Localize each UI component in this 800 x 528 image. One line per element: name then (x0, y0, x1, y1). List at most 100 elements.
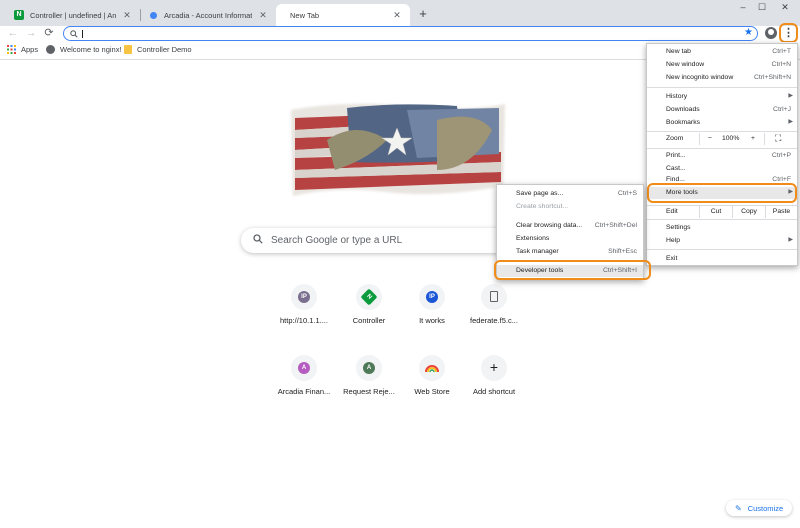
tile-label: http://10.1.1.... (280, 316, 328, 325)
menu-item-label: Help (666, 237, 680, 244)
more-tools-highlight (647, 183, 797, 203)
zoom-out-button[interactable]: − (708, 135, 712, 142)
menu-item-history[interactable]: History ▶ (647, 91, 797, 103)
menu-item-new-incognito-window[interactable]: New incognito window Ctrl+Shift+N (647, 72, 797, 84)
reload-button[interactable]: ⟳ (42, 26, 56, 40)
close-tab-icon[interactable]: ✕ (258, 10, 268, 21)
add-shortcut-tile[interactable]: + Add shortcut (459, 355, 529, 415)
circle-icon (150, 11, 157, 19)
bookmark-star-icon[interactable]: ★ (744, 27, 753, 38)
bookmark-label: Controller Demo (137, 45, 192, 54)
paste-button[interactable]: Paste (765, 206, 797, 218)
document-icon (490, 291, 498, 302)
menu-item-create-shortcut[interactable]: Create shortcut... (497, 201, 643, 213)
tab-divider (140, 9, 141, 21)
search-icon (253, 234, 263, 247)
menu-divider (647, 87, 797, 88)
tile-label: It works (419, 316, 445, 325)
menu-divider (647, 148, 797, 149)
forward-button[interactable]: → (24, 26, 38, 40)
menu-item-new-tab[interactable]: New tab Ctrl+T (647, 46, 797, 58)
bookmark-welcome-nginx[interactable]: Welcome to nginx! (46, 45, 122, 54)
shortcut-tile[interactable]: Web Store (397, 355, 467, 415)
menu-item-label: Zoom (666, 135, 684, 142)
menu-item-new-window[interactable]: New window Ctrl+N (647, 59, 797, 71)
menu-item-clear-browsing-data[interactable]: Clear browsing data... Ctrl+Shift+Del (497, 220, 643, 232)
tile-label: Add shortcut (472, 387, 516, 396)
menu-item-save-page-as[interactable]: Save page as... Ctrl+S (497, 188, 643, 200)
customize-button[interactable]: ✎ Customize (726, 500, 792, 516)
menu-item-label: Downloads (666, 106, 700, 113)
menu-item-shortcut: Shift+Esc (608, 248, 637, 255)
close-tab-icon[interactable]: ✕ (392, 10, 402, 21)
chrome-menu-button[interactable]: ⋮ (779, 23, 798, 43)
menu-item-extensions[interactable]: Extensions (497, 233, 643, 245)
copy-button[interactable]: Copy (732, 206, 765, 218)
menu-item-print[interactable]: Print... Ctrl+P (647, 150, 797, 162)
menu-item-help[interactable]: Help ▶ (647, 235, 797, 247)
menu-item-label: New incognito window (666, 74, 734, 81)
minimize-button[interactable]: – (736, 2, 750, 14)
menu-item-shortcut: Ctrl+P (771, 152, 791, 159)
menu-item-shortcut: Ctrl+F (772, 176, 791, 183)
folder-icon (124, 45, 132, 54)
tab-arcadia-account[interactable]: Arcadia - Account Information ✕ (142, 4, 276, 26)
menu-divider (647, 249, 797, 250)
cut-button[interactable]: Cut (699, 206, 732, 218)
zoom-divider (699, 133, 700, 145)
menu-item-label: Edit (666, 208, 678, 215)
profile-avatar-icon[interactable] (765, 27, 777, 39)
menu-item-shortcut: Ctrl+Shift+Del (594, 222, 637, 229)
shortcut-tile[interactable]: N Controller (334, 284, 404, 344)
fullscreen-icon[interactable]: ⛶ (775, 133, 781, 144)
developer-tools-highlight (494, 260, 651, 280)
menu-item-label: Print... (666, 152, 686, 159)
tile-label: Request Reje... (343, 387, 395, 396)
menu-item-exit[interactable]: Exit (647, 253, 797, 265)
menu-item-label: Extensions (516, 235, 550, 242)
back-button[interactable]: ← (6, 26, 20, 40)
nginx-icon: N (14, 10, 24, 20)
menu-row-edit: Edit Cut Copy Paste (647, 206, 797, 218)
tile-icon-background: N (356, 284, 382, 310)
menu-item-downloads[interactable]: Downloads Ctrl+J (647, 104, 797, 116)
menu-item-bookmarks[interactable]: Bookmarks ▶ (647, 117, 797, 129)
search-icon (70, 28, 78, 40)
new-tab-button[interactable]: + (416, 7, 430, 21)
zoom-in-button[interactable]: + (751, 135, 755, 142)
menu-item-shortcut: Ctrl+J (773, 106, 791, 113)
maximize-button[interactable]: ☐ (755, 2, 769, 14)
menu-item-label: Find... (666, 176, 685, 183)
shortcut-tile[interactable]: federate.f5.c... (459, 284, 529, 344)
tab-controller-analytics[interactable]: N Controller | undefined | Analytics ✕ (6, 4, 140, 26)
menu-item-settings[interactable]: Settings (647, 222, 797, 234)
menu-item-task-manager[interactable]: Task manager Shift+Esc (497, 246, 643, 258)
shortcut-tile[interactable]: A Request Reje... (334, 355, 404, 415)
shortcut-tile[interactable]: IP http://10.1.1.... (269, 284, 339, 344)
bookmark-apps[interactable]: Apps (7, 45, 38, 54)
text-cursor (82, 30, 83, 38)
menu-item-label: New tab (666, 48, 691, 55)
shortcut-tile[interactable]: IP It works (397, 284, 467, 344)
tile-icon-background (481, 284, 507, 310)
google-doodle-image[interactable] (287, 100, 509, 202)
shortcut-tile[interactable]: A Arcadia Finan... (269, 355, 339, 415)
menu-item-find[interactable]: Find... Ctrl+F (647, 174, 797, 183)
menu-divider (647, 131, 797, 132)
globe-icon (46, 45, 55, 54)
tile-icon-background (419, 355, 445, 381)
menu-item-shortcut: Ctrl+N (771, 61, 791, 68)
menu-item-label: Cast... (666, 165, 686, 172)
bookmark-controller-demo[interactable]: Controller Demo (124, 45, 192, 54)
plus-icon: + (489, 359, 499, 375)
tab-strip: N Controller | undefined | Analytics ✕ A… (0, 0, 800, 26)
pencil-icon: ✎ (735, 503, 742, 513)
search-placeholder: Search Google or type a URL (271, 235, 403, 246)
tab-title: Controller | undefined | Analytics (30, 10, 116, 20)
tab-new-tab[interactable]: New Tab ✕ (276, 4, 410, 26)
menu-item-label: New window (666, 61, 705, 68)
close-window-button[interactable]: ✕ (778, 2, 792, 14)
tile-icon-background: IP (419, 284, 445, 310)
address-bar[interactable]: ★ (63, 26, 758, 41)
close-tab-icon[interactable]: ✕ (122, 10, 132, 21)
